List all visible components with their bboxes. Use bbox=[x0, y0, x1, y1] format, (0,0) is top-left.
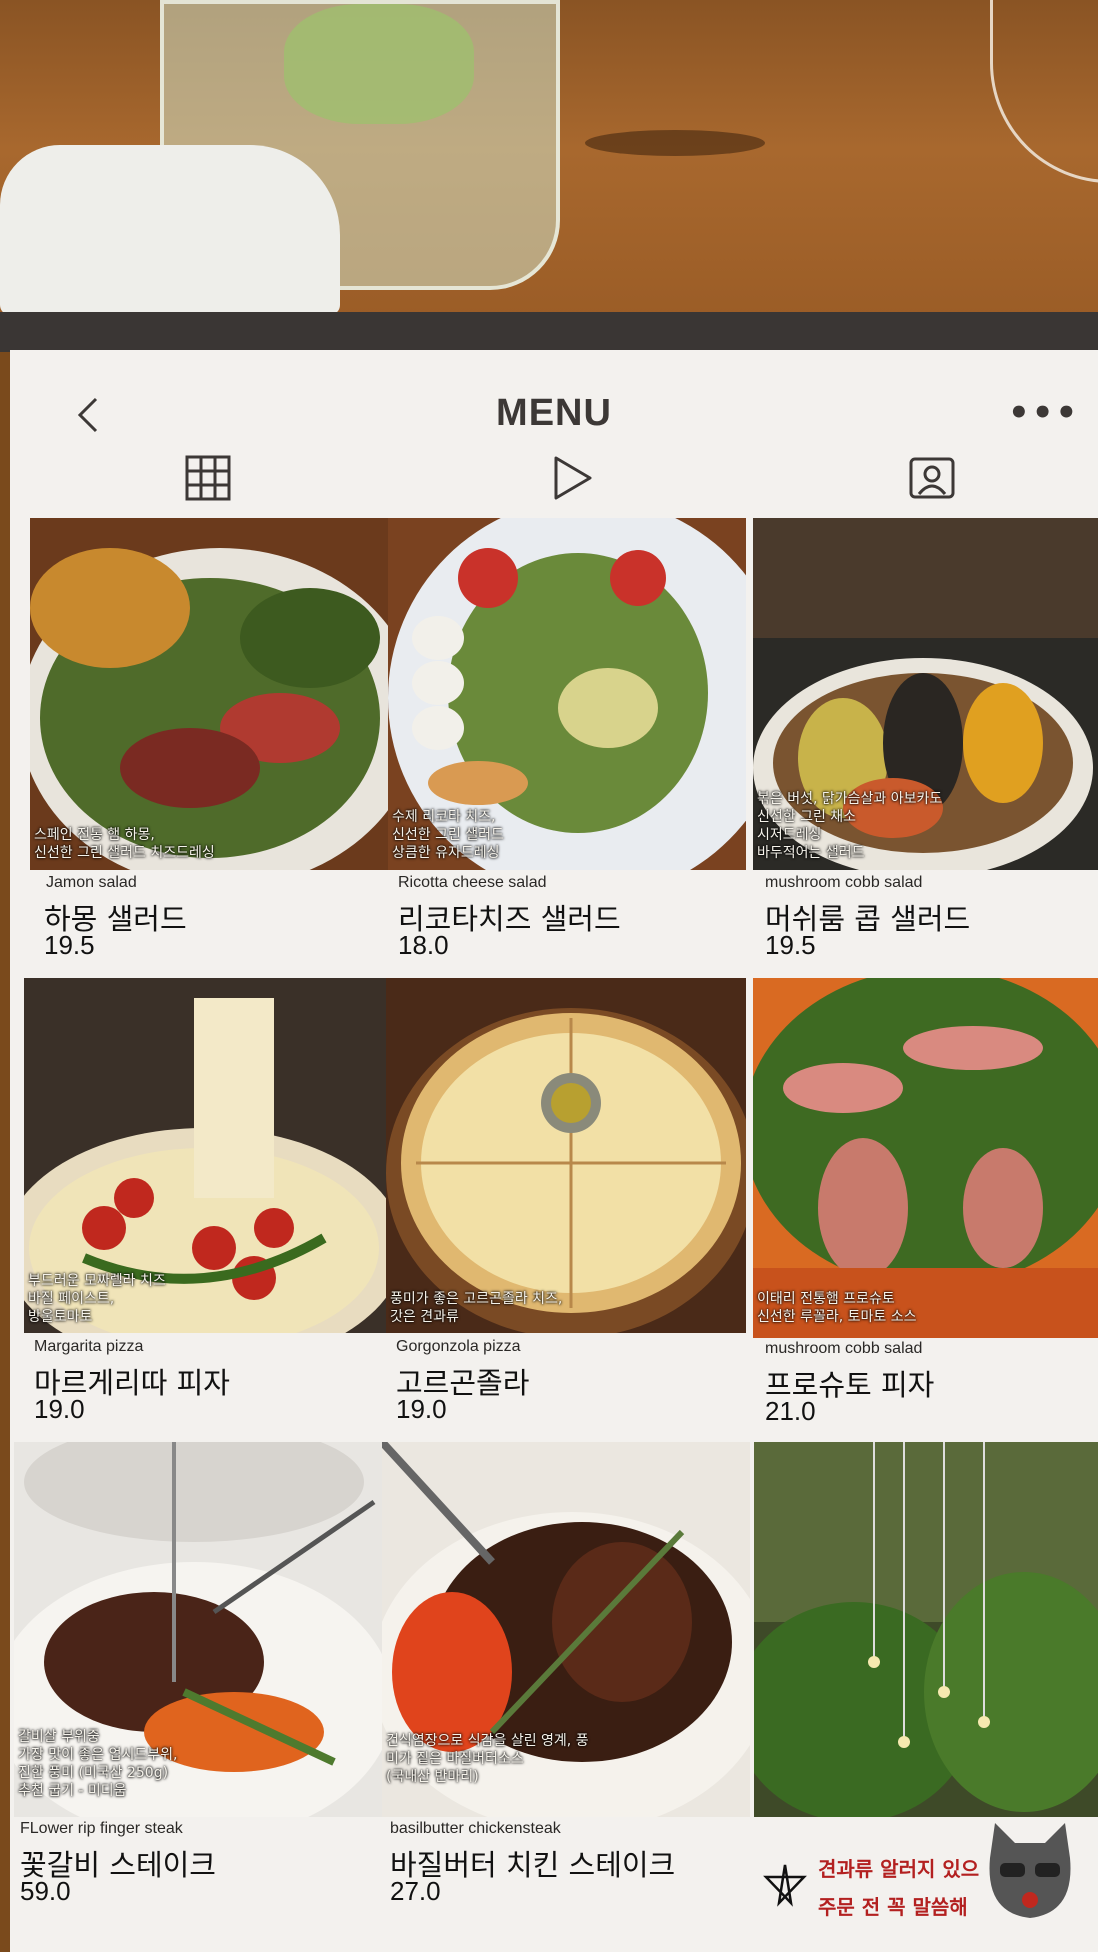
menu-header: MENU ••• bbox=[10, 350, 1098, 510]
more-icon[interactable]: ••• bbox=[1008, 396, 1079, 430]
wood-knot bbox=[585, 130, 765, 156]
menu-item-basilbutter-chicken-steak[interactable]: 건식염장으로 식감을 살린 영계, 풍 미가 짙은 바질버터소스 (국내산 반마… bbox=[382, 1442, 752, 1906]
menu-item-flower-rib-steak[interactable]: 갈비살 부위중 가장 맛이 좋은 업시드부위, 진한 풍미 (미국산 250g)… bbox=[14, 1442, 384, 1906]
restaurant-interior-photo bbox=[754, 1442, 1098, 1817]
food-photo: 스페인 전통 햄 하몽, 신선한 그린 샐러드 치즈드레싱 bbox=[30, 518, 395, 870]
menu-binder bbox=[0, 312, 1098, 352]
item-english-name: Ricotta cheese salad bbox=[398, 874, 547, 891]
item-description: 풍미가 좋은 고르곤졸라 치즈, 갓은 견과류 bbox=[390, 1291, 563, 1325]
item-english-name: mushroom cobb salad bbox=[765, 1340, 923, 1357]
item-description: 이태리 전통햄 프로슈토 신선한 루꼴라, 토마토 소스 bbox=[757, 1291, 917, 1325]
food-photo: 풍미가 좋은 고르곤졸라 치즈, 갓은 견과류 bbox=[386, 978, 746, 1333]
item-price: 19.0 bbox=[34, 1394, 85, 1424]
bowl-edge bbox=[990, 0, 1098, 183]
item-description: 볶은 버섯, 닭가슴살과 아보카도 신선한 그린 채소 시저드레싱 바두적어는 … bbox=[757, 791, 943, 861]
item-description: 건식염장으로 식감을 살린 영계, 풍 미가 짙은 바질버터소스 (국내산 반마… bbox=[386, 1733, 589, 1785]
menu-item-gorgonzola-pizza[interactable]: 풍미가 좋은 고르곤졸라 치즈, 갓은 견과류 Gorgonzola pizza… bbox=[386, 978, 748, 1424]
item-price: 18.0 bbox=[398, 930, 449, 960]
item-description: 스페인 전통 햄 하몽, 신선한 그린 샐러드 치즈드레싱 bbox=[34, 827, 215, 861]
glass-greens bbox=[284, 4, 474, 124]
menu-sheet: MENU ••• 스페인 전통 햄 하몽, 신선한 그린 샐러드 치즈드레싱 J… bbox=[10, 350, 1098, 1952]
tag-icon[interactable] bbox=[908, 454, 956, 502]
item-english-name: FLower rip finger steak bbox=[20, 1820, 183, 1837]
food-photo: 갈비살 부위중 가장 맛이 좋은 업시드부위, 진한 풍미 (미국산 250g)… bbox=[14, 1442, 382, 1817]
cat-sticker bbox=[989, 1823, 1071, 1918]
menu-item-prosciutto-pizza[interactable]: 이태리 전통햄 프로슈토 신선한 루꼴라, 토마토 소스 mushroom co… bbox=[753, 978, 1098, 1426]
menu-item-margarita-pizza[interactable]: 부드러운 모짜렐라 치즈 바질 페이스트, 방울토마토 Margarita pi… bbox=[24, 978, 392, 1424]
item-price: 21.0 bbox=[765, 1396, 816, 1426]
item-price: 19.5 bbox=[44, 930, 95, 960]
item-english-name: Jamon salad bbox=[46, 874, 137, 891]
food-photo: 부드러운 모짜렐라 치즈 바질 페이스트, 방울토마토 bbox=[24, 978, 390, 1333]
item-description: 갈비살 부위중 가장 맛이 좋은 업시드부위, 진한 풍미 (미국산 250g)… bbox=[18, 1729, 178, 1799]
food-photo: 이태리 전통햄 프로슈토 신선한 루꼴라, 토마토 소스 bbox=[753, 978, 1098, 1338]
menu-item-interior-photo bbox=[754, 1442, 1098, 1822]
item-price: 19.5 bbox=[765, 930, 816, 960]
menu-item-mushroom-cobb-salad[interactable]: 볶은 버섯, 닭가슴살과 아보카도 신선한 그린 채소 시저드레싱 바두적어는 … bbox=[753, 518, 1098, 960]
item-price: 59.0 bbox=[20, 1876, 71, 1906]
napkin bbox=[0, 145, 340, 315]
item-english-name: Margarita pizza bbox=[34, 1338, 144, 1355]
item-price: 19.0 bbox=[396, 1394, 447, 1424]
food-photo: 건식염장으로 식감을 살린 영계, 풍 미가 짙은 바질버터소스 (국내산 반마… bbox=[382, 1442, 750, 1817]
food-photo: 수제 리코타 치즈, 신선한 그린 샐러드 상큼한 유자드레싱 bbox=[388, 518, 746, 870]
item-description: 수제 리코타 치즈, 신선한 그린 샐러드 상큼한 유자드레싱 bbox=[392, 809, 504, 861]
menu-item-ricotta-salad[interactable]: 수제 리코타 치즈, 신선한 그린 샐러드 상큼한 유자드레싱 Ricotta … bbox=[388, 518, 748, 960]
notice-line-1: 견과류 알러지 있으 bbox=[818, 1857, 980, 1881]
item-description: 부드러운 모짜렐라 치즈 바질 페이스트, 방울토마토 bbox=[28, 1273, 166, 1325]
allergy-notice: 견과류 알러지 있으 주문 전 꼭 말씀해 bbox=[818, 1850, 979, 1926]
item-price: 27.0 bbox=[390, 1876, 441, 1906]
menu-item-jamon-salad[interactable]: 스페인 전통 햄 하몽, 신선한 그린 샐러드 치즈드레싱 Jamon sala… bbox=[30, 518, 395, 960]
item-english-name: basilbutter chickensteak bbox=[390, 1820, 561, 1837]
item-english-name: mushroom cobb salad bbox=[765, 874, 923, 891]
page-title: MENU bbox=[496, 392, 612, 434]
wooden-table bbox=[0, 0, 1098, 330]
play-icon[interactable] bbox=[548, 454, 596, 502]
star-icon bbox=[763, 1864, 807, 1907]
item-english-name: Gorgonzola pizza bbox=[396, 1338, 521, 1355]
food-photo: 볶은 버섯, 닭가슴살과 아보카도 신선한 그린 채소 시저드레싱 바두적어는 … bbox=[753, 518, 1098, 870]
grid-icon[interactable] bbox=[184, 454, 232, 502]
notice-line-2: 주문 전 꼭 말씀해 bbox=[818, 1895, 968, 1919]
